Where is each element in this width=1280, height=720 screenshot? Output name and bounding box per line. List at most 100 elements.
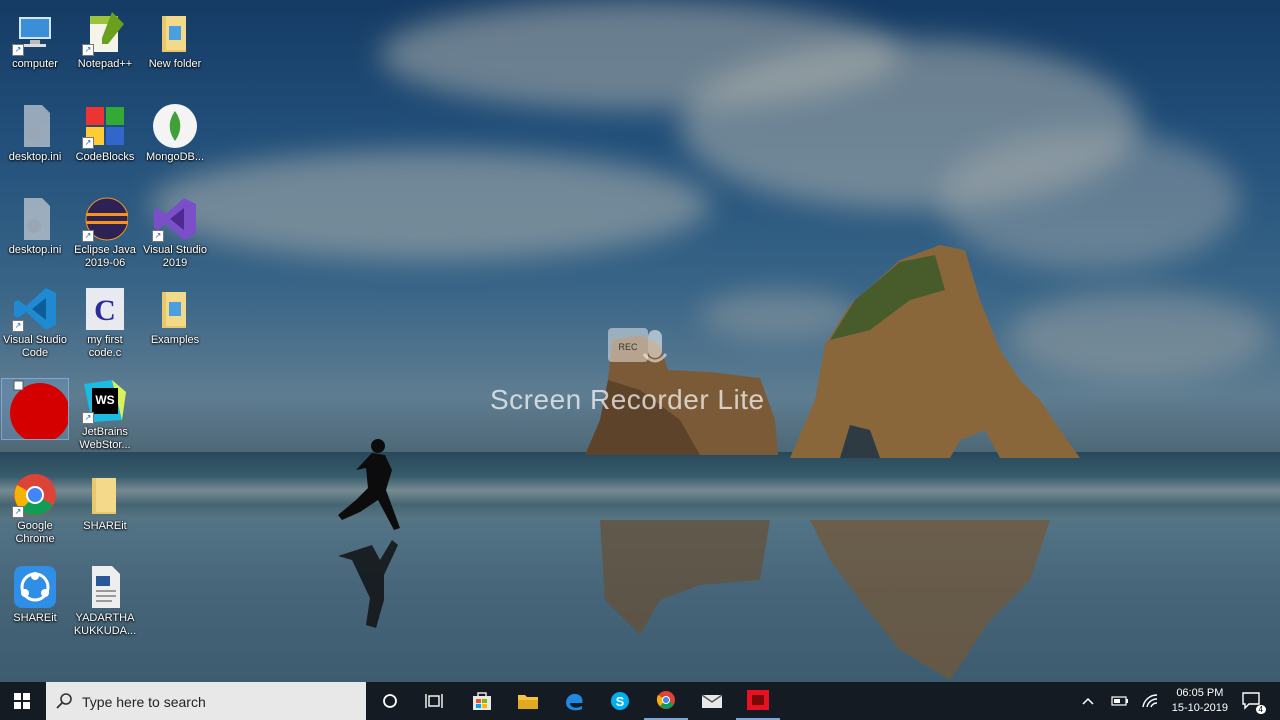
shortcut-arrow-icon: ↗ xyxy=(82,230,94,242)
desktop-icon-label: SHAREit xyxy=(83,520,127,532)
cortana-button[interactable] xyxy=(368,682,412,720)
search-placeholder: Type here to search xyxy=(82,694,206,710)
desktop-icon-new-folder[interactable]: New folder xyxy=(140,10,210,71)
desktop-icon-shareit-app[interactable]: SHAREit xyxy=(0,564,70,625)
c-file-icon: C xyxy=(82,286,128,332)
desktop-icon-mongodb[interactable]: MongoDB... xyxy=(140,103,210,164)
desktop-icon-examples[interactable]: Examples xyxy=(140,286,210,347)
shortcut-arrow-icon: ↗ xyxy=(12,506,24,518)
file-explorer-icon xyxy=(518,695,538,709)
desktop-icon-label: Visual Studio 2019 xyxy=(142,244,207,269)
taskbar-store[interactable] xyxy=(460,682,504,720)
chrome-icon xyxy=(656,691,675,709)
battery-icon xyxy=(1111,696,1128,706)
screen-recorder-icon xyxy=(747,690,769,710)
svg-text:S: S xyxy=(616,694,625,709)
taskbar-screen-recorder[interactable] xyxy=(736,682,780,720)
notepadpp-icon: ↗ xyxy=(82,10,128,56)
watermark-text: Screen Recorder Lite xyxy=(490,384,765,415)
desktop-icon-label: Examples xyxy=(150,334,200,346)
eclipse-icon: ↗ xyxy=(82,196,129,242)
settings-file-icon xyxy=(12,103,58,149)
desktop-icon-label: YADARTHA KUKKUDA... xyxy=(73,612,137,637)
desktop-icon-label: JetBrains WebStor... xyxy=(79,426,131,451)
notification-count-badge: 4 xyxy=(1255,705,1266,714)
vscode-icon: ↗ xyxy=(12,286,58,332)
desktop-icon-desktop-ini-2[interactable]: desktop.ini xyxy=(0,196,70,257)
taskbar-clock[interactable]: 06:05 PM 15-10-2019 xyxy=(1172,686,1228,716)
desktop-icon-vscode[interactable]: ↗ Visual Studio Code xyxy=(0,286,70,360)
rec-badge: REC xyxy=(618,342,638,352)
taskbar-mail[interactable] xyxy=(690,682,734,720)
desktop-icon-computer[interactable]: ↗ computer xyxy=(0,10,70,71)
desktop-icon-visual-studio[interactable]: ↗ Visual Studio 2019 xyxy=(140,196,210,270)
taskbar-chrome[interactable] xyxy=(644,682,688,720)
shortcut-arrow-icon: ↗ xyxy=(12,320,24,332)
desktop-icon-my-first-code[interactable]: C my first code.c xyxy=(70,286,140,360)
mongodb-icon xyxy=(152,103,198,149)
desktop-icon-label: desktop.ini xyxy=(8,151,62,163)
search-icon xyxy=(56,693,72,709)
desktop-icon-label: Notepad++ xyxy=(77,58,133,70)
edge-icon xyxy=(566,693,583,711)
clock-time: 06:05 PM xyxy=(1176,687,1224,699)
desktop-icon-desktop-ini[interactable]: desktop.ini xyxy=(0,103,70,164)
monitor-icon: ↗ xyxy=(12,10,58,56)
desktop-icon-yadartha-doc[interactable]: YADARTHA KUKKUDA... xyxy=(70,564,140,638)
desktop-icon-label: Visual Studio Code xyxy=(2,334,67,359)
folder-icon xyxy=(82,472,128,518)
word-doc-icon xyxy=(82,564,128,610)
desktop-icon-label: CodeBlocks xyxy=(75,151,135,163)
desktop-icon-codeblocks[interactable]: ↗ CodeBlocks xyxy=(70,103,140,164)
desktop-icon-label: my first code.c xyxy=(87,334,123,359)
wifi-tray-button[interactable] xyxy=(1130,682,1170,720)
webstorm-icon: WS ↗ xyxy=(82,378,128,424)
desktop-icon-shareit-folder[interactable]: SHAREit xyxy=(70,472,140,533)
desktop-icon-recorder[interactable]: Re... xyxy=(0,378,70,443)
desktop-icon-eclipse[interactable]: ↗ Eclipse Java 2019-06 xyxy=(70,196,140,270)
mail-icon xyxy=(701,694,723,708)
shortcut-arrow-icon: ↗ xyxy=(82,412,94,424)
task-view-icon xyxy=(425,694,443,708)
start-button[interactable] xyxy=(0,682,44,720)
svg-text:WS: WS xyxy=(95,393,114,407)
taskbar-search-box[interactable]: Type here to search xyxy=(46,682,366,720)
store-bag-icon xyxy=(473,692,491,710)
record-icon xyxy=(1,378,70,443)
recorder-logo-icon: REC xyxy=(608,328,668,363)
cortana-circle-icon xyxy=(383,694,397,708)
desktop-icon-webstorm[interactable]: WS ↗ JetBrains WebStor... xyxy=(70,378,140,452)
taskbar-edge[interactable] xyxy=(552,682,596,720)
desktop-icon-label: Eclipse Java 2019-06 xyxy=(74,244,136,269)
desktop-icon-label: SHAREit xyxy=(13,612,57,624)
chevron-up-icon xyxy=(1082,697,1094,705)
desktop-icon-label: Google Chrome xyxy=(15,520,55,545)
desktop-icon-label: desktop.ini xyxy=(8,244,62,256)
svg-text:C: C xyxy=(94,294,116,327)
shortcut-arrow-icon: ↗ xyxy=(82,44,94,56)
settings-file-icon xyxy=(12,196,58,242)
desktop-icon-label: New folder xyxy=(148,58,202,70)
codeblocks-icon: ↗ xyxy=(82,103,128,149)
folder-icon xyxy=(152,286,198,332)
task-view-button[interactable] xyxy=(412,682,456,720)
desktop-icon-notepadpp[interactable]: ↗ Notepad++ xyxy=(70,10,140,71)
shortcut-arrow-icon: ↗ xyxy=(152,230,164,242)
shortcut-arrow-icon: ↗ xyxy=(12,44,24,56)
clock-date: 15-10-2019 xyxy=(1171,702,1228,714)
taskbar: Type here to search S 06:05 PM 15-10-201… xyxy=(0,682,1280,720)
windows-logo-icon xyxy=(14,693,30,709)
taskbar-file-explorer[interactable] xyxy=(506,682,550,720)
folder-icon xyxy=(152,10,198,56)
shareit-icon xyxy=(12,564,58,610)
desktop-icon-label: computer xyxy=(12,58,58,70)
action-center-button[interactable]: 4 xyxy=(1232,682,1272,720)
chrome-icon: ↗ xyxy=(12,472,58,518)
desktop-icon-label: MongoDB... xyxy=(145,151,205,163)
desktop-icon-google-chrome[interactable]: ↗ Google Chrome xyxy=(0,472,70,546)
shortcut-arrow-icon: ↗ xyxy=(82,137,94,149)
visual-studio-icon: ↗ xyxy=(152,196,198,242)
skype-icon: S xyxy=(611,692,629,710)
wifi-icon xyxy=(1142,694,1158,708)
taskbar-skype[interactable]: S xyxy=(598,682,642,720)
